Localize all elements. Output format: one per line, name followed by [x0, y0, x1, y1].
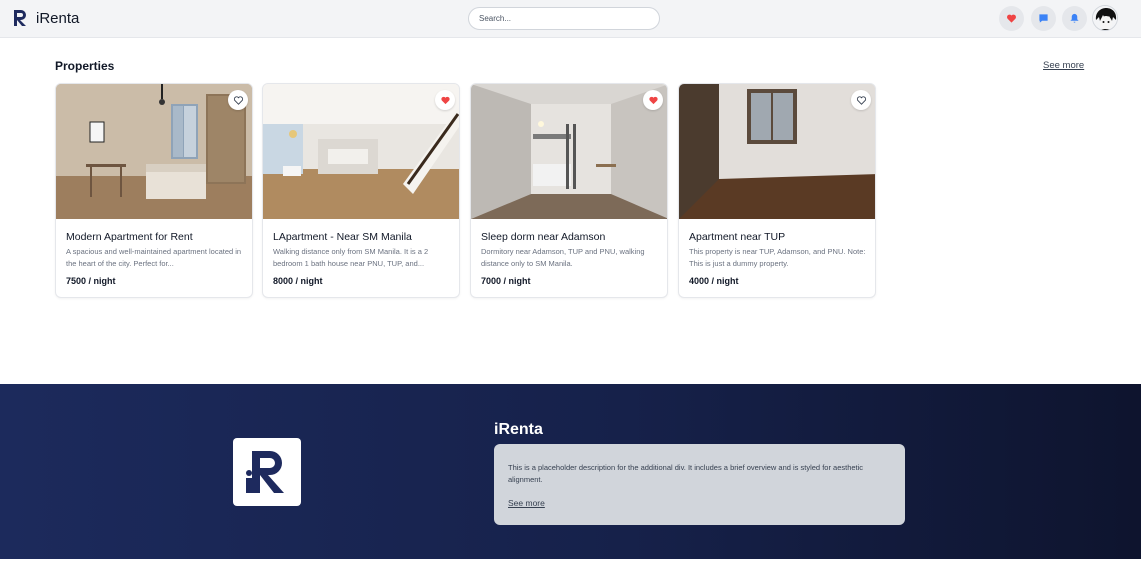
brand[interactable]: iRenta: [12, 9, 79, 27]
card-description: This property is near TUP, Adamson, and …: [689, 247, 866, 268]
property-card[interactable]: LApartment - Near SM Manila Walking dist…: [262, 83, 460, 298]
card-description: A spacious and well-maintained apartment…: [66, 247, 242, 268]
messages-button[interactable]: [1031, 6, 1056, 31]
search-input[interactable]: [468, 7, 660, 30]
avatar-image: [1093, 6, 1117, 30]
property-card[interactable]: Modern Apartment for Rent A spacious and…: [55, 83, 253, 298]
favorite-button[interactable]: [228, 90, 248, 110]
favorites-button[interactable]: [999, 6, 1024, 31]
heart-outline-icon: [856, 95, 866, 105]
chat-icon: [1039, 14, 1048, 23]
property-image: [679, 84, 875, 219]
favorite-button[interactable]: [851, 90, 871, 110]
footer: iRenta This is a placeholder description…: [0, 384, 1141, 559]
card-title: Sleep dorm near Adamson: [481, 231, 606, 243]
heart-outline-icon: [233, 95, 243, 105]
card-title: Modern Apartment for Rent: [66, 231, 193, 243]
footer-description: This is a placeholder description for th…: [508, 463, 864, 484]
property-image: [471, 84, 667, 219]
property-card[interactable]: Sleep dorm near Adamson Dormitory near A…: [470, 83, 668, 298]
heart-icon: [440, 96, 450, 104]
card-description: Walking distance only from SM Manila. It…: [273, 247, 429, 268]
favorite-button[interactable]: [643, 90, 663, 110]
brand-name: iRenta: [36, 9, 80, 27]
irenta-logo-icon: [14, 10, 26, 26]
card-description: Dormitory near Adamson, TUP and PNU, wal…: [481, 247, 645, 268]
irenta-logo-icon: [246, 451, 284, 493]
footer-title: iRenta: [494, 421, 543, 438]
card-price: 4000 / night: [689, 276, 739, 286]
property-image: [263, 84, 459, 219]
card-price: 7000 / night: [481, 276, 531, 286]
footer-logo: [233, 438, 301, 506]
footer-info-box: This is a placeholder description for th…: [494, 444, 905, 525]
footer-see-more-link[interactable]: See more: [508, 498, 545, 508]
card-title: LApartment - Near SM Manila: [273, 231, 412, 243]
favorite-button[interactable]: [435, 90, 455, 110]
card-title: Apartment near TUP: [689, 231, 786, 243]
avatar[interactable]: [1092, 5, 1118, 31]
card-price: 8000 / night: [273, 276, 323, 286]
see-more-link[interactable]: See more: [1043, 60, 1084, 71]
heart-icon: [1007, 14, 1016, 23]
notifications-button[interactable]: [1062, 6, 1087, 31]
heart-icon: [648, 96, 658, 104]
card-price: 7500 / night: [66, 276, 116, 286]
property-image: [56, 84, 252, 219]
top-navbar: iRenta: [0, 0, 1141, 38]
property-card[interactable]: Apartment near TUP This property is near…: [678, 83, 876, 298]
bell-icon: [1070, 13, 1079, 23]
section-title: Properties: [55, 59, 115, 73]
